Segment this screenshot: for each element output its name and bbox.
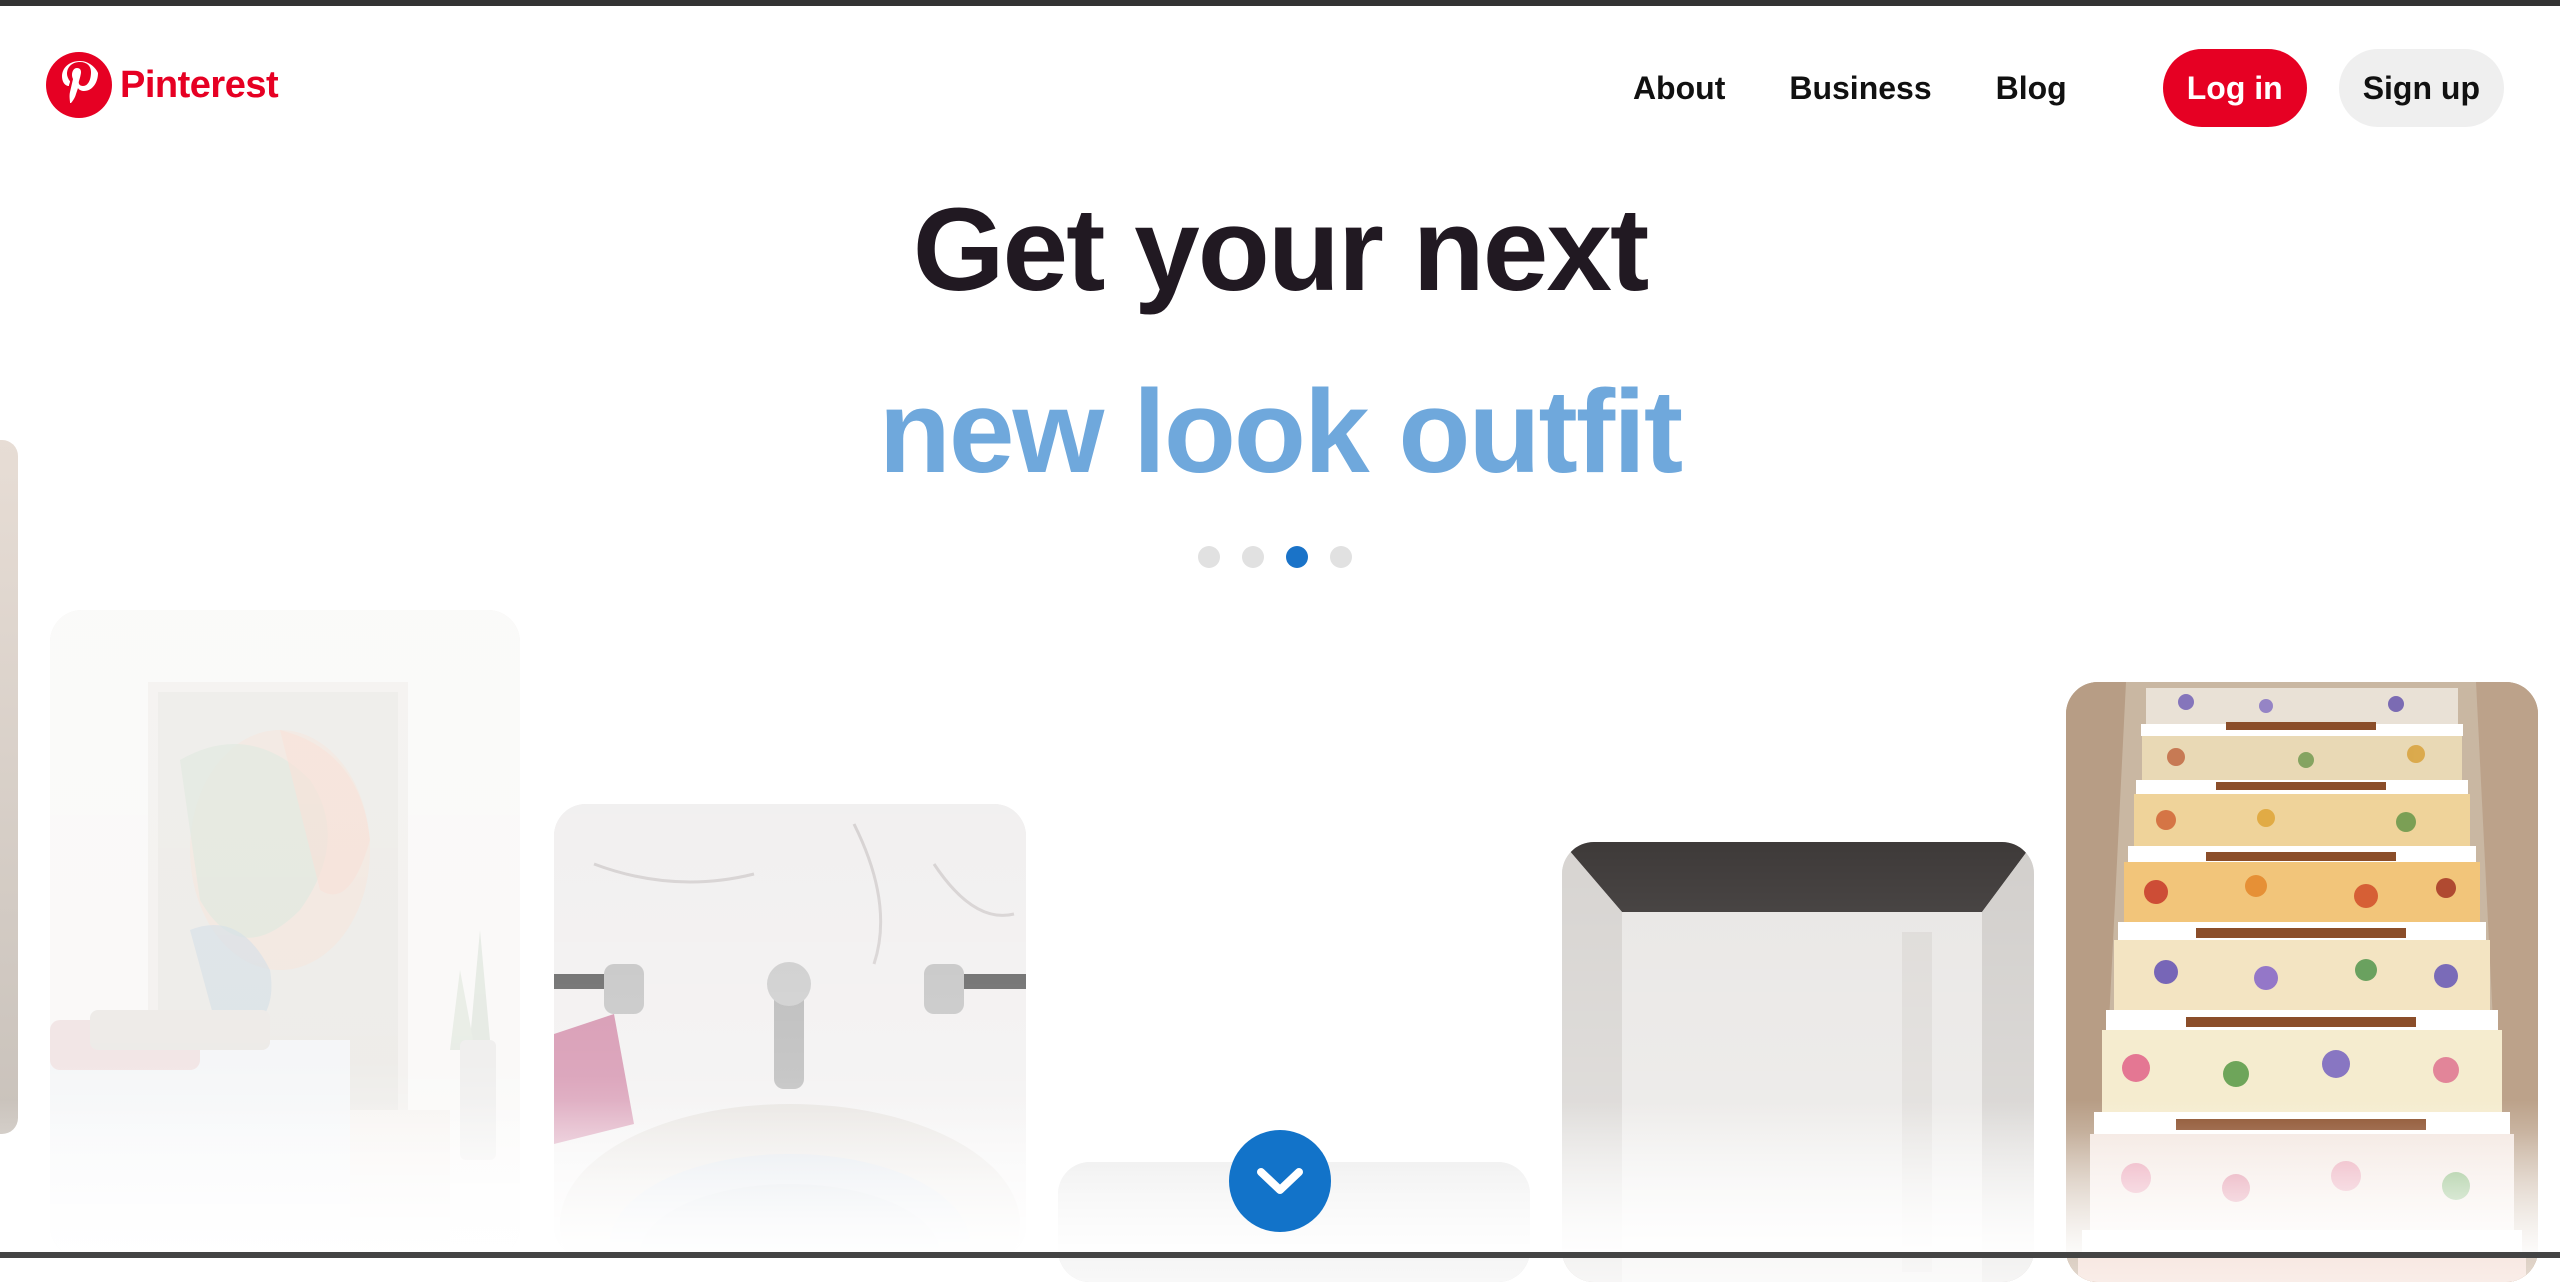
site-header: Pinterest About Business Blog Log in Sig…: [0, 6, 2560, 166]
hero-headline: Get your next: [912, 184, 1650, 316]
nav-link-blog[interactable]: Blog: [1996, 70, 2067, 107]
pinterest-logo-icon: [46, 52, 112, 118]
brand-name: Pinterest: [120, 63, 279, 106]
carousel-dot-active[interactable]: [1286, 546, 1308, 568]
scroll-down-button[interactable]: [1229, 1130, 1331, 1232]
nav-link-about[interactable]: About: [1633, 70, 1725, 107]
carousel-dot[interactable]: [1242, 546, 1264, 568]
carousel-dots: [1198, 546, 1374, 568]
chevron-down-icon: [1257, 1168, 1303, 1194]
signup-button[interactable]: Sign up: [2338, 49, 2504, 127]
window-bottom-edge: [0, 1252, 2560, 1258]
partial-pin-image[interactable]: [0, 440, 18, 1134]
carousel-dot[interactable]: [1198, 546, 1220, 568]
pinterest-logo[interactable]: Pinterest: [46, 52, 279, 118]
nav-link-business[interactable]: Business: [1789, 70, 1931, 107]
login-button[interactable]: Log in: [2162, 49, 2307, 127]
carousel-dot[interactable]: [1330, 546, 1352, 568]
hero-subheadline: new look outfit: [878, 366, 1683, 498]
top-nav: About Business Blog Log in Sign up: [1633, 46, 2560, 130]
